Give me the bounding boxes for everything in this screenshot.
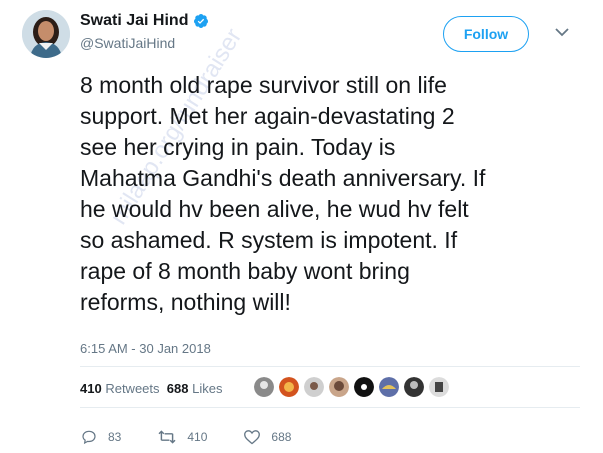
retweets-label: Retweets	[105, 381, 160, 396]
follow-button[interactable]: Follow	[443, 16, 529, 52]
tweet-actions: 83 410 688	[80, 429, 313, 445]
tweet-timestamp[interactable]: 6:15 AM - 30 Jan 2018	[80, 341, 211, 356]
author-avatar[interactable]	[22, 10, 70, 58]
liker-avatar[interactable]	[404, 377, 424, 397]
retweet-count: 410	[187, 430, 208, 444]
likes-stat[interactable]: 688 Likes	[167, 381, 223, 396]
like-count: 688	[271, 430, 292, 444]
verified-badge-icon	[194, 14, 209, 28]
liker-avatar[interactable]	[254, 377, 274, 397]
engagement-stats: 410 Retweets 688 Likes	[80, 381, 222, 396]
liker-avatar[interactable]	[429, 377, 449, 397]
reply-button[interactable]: 83	[80, 429, 121, 445]
divider	[80, 366, 580, 367]
liker-avatar[interactable]	[279, 377, 299, 397]
likes-count: 688	[166, 381, 189, 396]
liker-avatar[interactable]	[379, 377, 399, 397]
liker-avatars	[254, 377, 454, 397]
author-handle[interactable]: @SwatiJaiHind	[80, 35, 175, 51]
retweets-count: 410	[80, 381, 102, 396]
liker-avatar[interactable]	[329, 377, 349, 397]
divider	[80, 407, 580, 408]
author-name-text: Swati Jai Hind	[80, 12, 189, 29]
reply-count: 83	[108, 430, 122, 444]
heart-icon	[244, 430, 261, 445]
liker-avatar[interactable]	[354, 377, 374, 397]
chevron-down-icon[interactable]	[555, 27, 569, 37]
retweet-button[interactable]: 410	[157, 429, 207, 445]
author-name[interactable]: Swati Jai Hind	[80, 12, 209, 30]
likes-label: Likes	[192, 381, 223, 396]
retweet-icon	[158, 430, 176, 444]
like-button[interactable]: 688	[243, 429, 291, 445]
retweets-stat[interactable]: 410 Retweets	[80, 381, 160, 396]
liker-avatar[interactable]	[304, 377, 324, 397]
reply-icon	[82, 430, 96, 445]
tweet-text: 8 month old rape survivor still on life …	[80, 72, 486, 315]
